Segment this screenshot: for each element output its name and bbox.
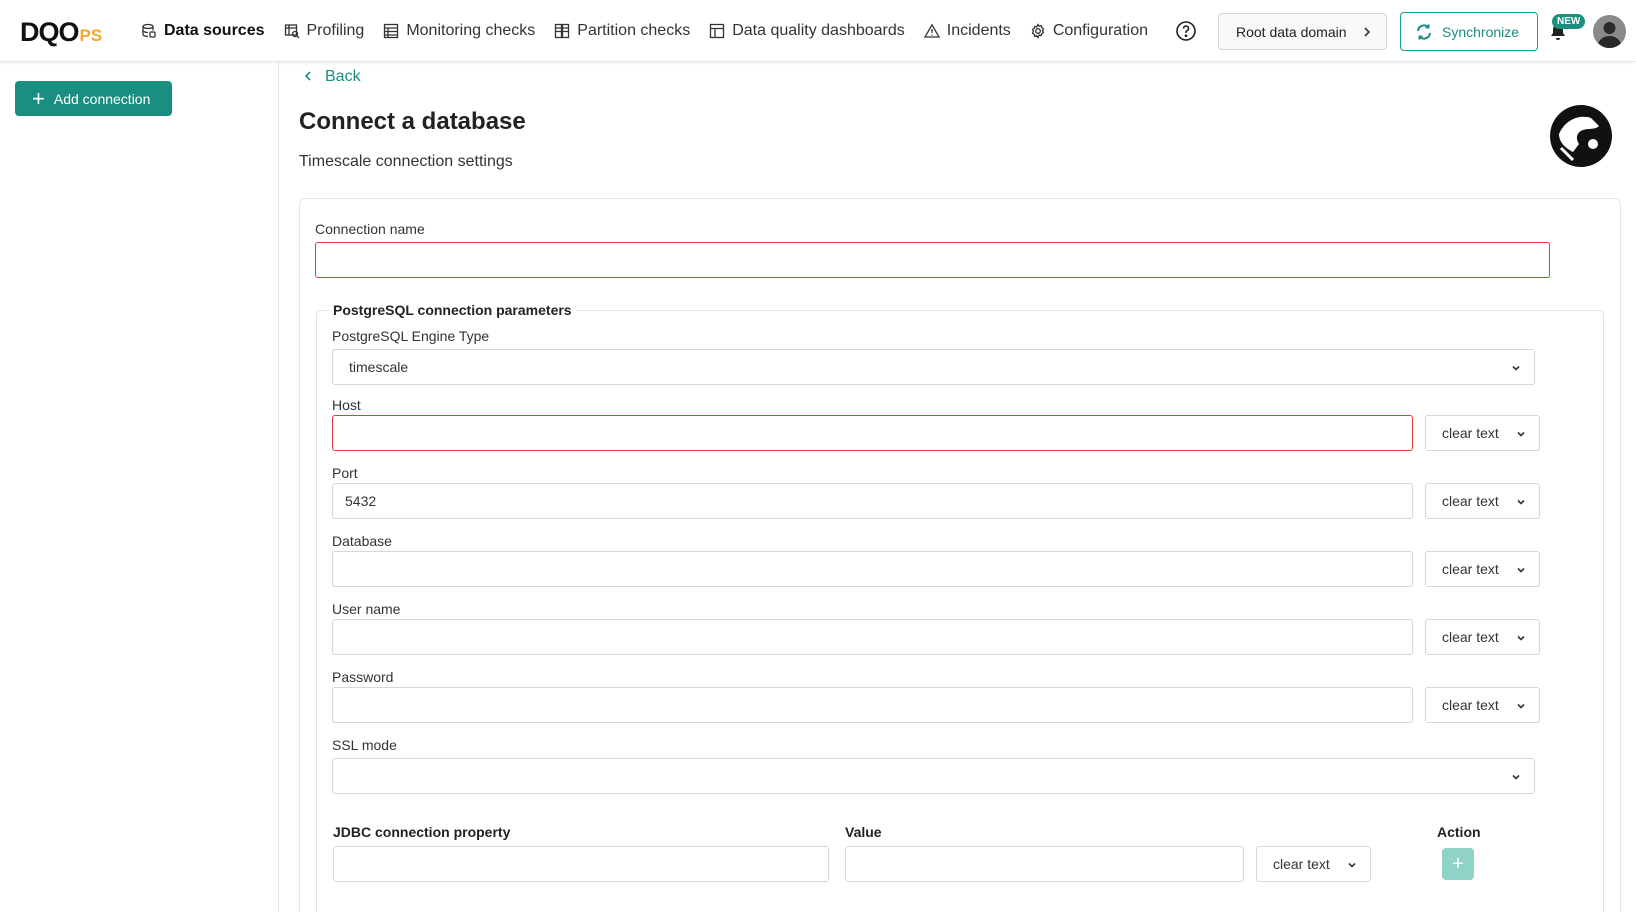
user-avatar[interactable]	[1593, 15, 1626, 48]
host-input[interactable]	[332, 415, 1413, 451]
postgresql-parameters-fieldset: PostgreSQL connection parameters Postgre…	[316, 302, 1604, 912]
nav-item-monitoring-checks[interactable]: Monitoring checks	[382, 0, 535, 62]
nav-item-partition-checks[interactable]: Partition checks	[553, 0, 690, 62]
chevron-down-icon	[1515, 699, 1527, 715]
postgresql-parameters-legend: PostgreSQL connection parameters	[329, 302, 576, 318]
nav-item-incidents[interactable]: Incidents	[923, 0, 1011, 62]
monitoring-checks-icon	[382, 22, 400, 40]
dqops-logo[interactable]: DQO PS	[20, 16, 102, 46]
password-mode-select[interactable]: clear text	[1425, 687, 1540, 723]
engine-type-select[interactable]: timescale	[332, 349, 1535, 385]
help-icon[interactable]	[1175, 20, 1197, 42]
database-input[interactable]	[332, 551, 1413, 587]
timescale-logo-icon	[1549, 104, 1613, 168]
nav-label-data-quality-dashboards: Data quality dashboards	[732, 22, 905, 39]
chevron-down-icon	[1510, 770, 1522, 786]
connection-name-input[interactable]	[315, 242, 1550, 278]
user-name-label: User name	[332, 601, 401, 617]
new-badge: NEW	[1552, 14, 1586, 29]
data-domain-label: Root data domain	[1236, 23, 1347, 40]
plus-icon: +	[1452, 852, 1464, 875]
nav-item-profiling[interactable]: Profiling	[283, 0, 365, 62]
password-label: Password	[332, 669, 394, 685]
database-icon	[140, 22, 158, 40]
page-subtitle: Timescale connection settings	[299, 153, 513, 170]
nav-label-monitoring-checks: Monitoring checks	[406, 22, 536, 39]
synchronize-label: Synchronize	[1442, 23, 1520, 40]
jdbc-value-mode-select[interactable]: clear text	[1256, 846, 1371, 882]
page-title: Connect a database	[299, 108, 526, 135]
chevron-down-icon	[1510, 361, 1522, 377]
user-name-mode-value: clear text	[1442, 629, 1499, 645]
sync-icon	[1417, 24, 1431, 39]
top-navigation-bar: DQO PS Data sources Profiling Monitoring…	[0, 0, 1636, 62]
nav-label-data-sources: Data sources	[164, 22, 265, 39]
database-mode-select[interactable]: clear text	[1425, 551, 1540, 587]
chevron-down-icon	[1515, 563, 1527, 579]
host-mode-value: clear text	[1442, 425, 1499, 441]
profiling-icon	[283, 22, 301, 40]
chevron-right-icon	[1362, 25, 1372, 42]
nav-label-configuration: Configuration	[1052, 22, 1148, 39]
jdbc-property-column-header: JDBC connection property	[333, 824, 511, 840]
ssl-mode-label: SSL mode	[332, 737, 397, 753]
jdbc-property-input[interactable]	[333, 846, 829, 882]
port-mode-select[interactable]: clear text	[1425, 483, 1540, 519]
connection-name-label: Connection name	[315, 221, 425, 237]
port-label: Port	[332, 465, 358, 481]
warning-icon	[923, 22, 941, 40]
nav-label-incidents: Incidents	[946, 22, 1011, 39]
main-content: Back Connect a database Timescale connec…	[279, 62, 1636, 912]
back-label: Back	[325, 68, 361, 85]
ssl-mode-select[interactable]	[332, 758, 1535, 794]
chevron-down-icon	[1515, 495, 1527, 511]
password-mode-value: clear text	[1442, 697, 1499, 713]
partition-checks-icon	[553, 22, 571, 40]
logo-suffix-text: PS	[79, 26, 103, 45]
database-mode-value: clear text	[1442, 561, 1499, 577]
plus-icon: +	[32, 85, 45, 111]
chevron-down-icon	[1515, 631, 1527, 647]
nav-label-profiling: Profiling	[306, 22, 365, 39]
gear-icon	[1029, 22, 1047, 40]
host-mode-select[interactable]: clear text	[1425, 415, 1540, 451]
data-domain-selector[interactable]: Root data domain	[1218, 13, 1387, 50]
sidebar: + Add connection	[0, 62, 279, 912]
chevron-down-icon	[1346, 858, 1358, 874]
jdbc-value-input[interactable]	[845, 846, 1244, 882]
host-label: Host	[332, 397, 361, 413]
chevron-down-icon	[1515, 427, 1527, 443]
chevron-left-icon	[303, 69, 313, 85]
password-input[interactable]	[332, 687, 1413, 723]
jdbc-action-column-header: Action	[1437, 824, 1481, 840]
database-label: Database	[332, 533, 392, 549]
synchronize-button[interactable]: Synchronize	[1400, 12, 1538, 51]
jdbc-value-column-header: Value	[845, 824, 882, 840]
engine-type-value: timescale	[349, 359, 409, 375]
connection-form-card: Connection name PostgreSQL connection pa…	[299, 198, 1621, 912]
nav-item-configuration[interactable]: Configuration	[1029, 0, 1148, 62]
add-jdbc-property-button[interactable]: +	[1442, 848, 1474, 880]
jdbc-value-mode-value: clear text	[1273, 856, 1330, 872]
main-nav: Data sources Profiling Monitoring checks…	[140, 0, 1166, 62]
port-input[interactable]: 5432	[332, 483, 1413, 519]
engine-type-label: PostgreSQL Engine Type	[332, 328, 490, 344]
port-mode-value: clear text	[1442, 493, 1499, 509]
nav-item-data-sources[interactable]: Data sources	[140, 0, 265, 62]
user-name-mode-select[interactable]: clear text	[1425, 619, 1540, 655]
logo-main-text: DQO	[20, 17, 80, 47]
add-connection-button[interactable]: + Add connection	[15, 81, 172, 116]
back-link[interactable]: Back	[303, 68, 361, 86]
nav-label-partition-checks: Partition checks	[577, 22, 691, 39]
add-connection-label: Add connection	[53, 90, 151, 107]
nav-item-data-quality-dashboards[interactable]: Data quality dashboards	[708, 0, 905, 62]
user-name-input[interactable]	[332, 619, 1413, 655]
dashboards-icon	[708, 22, 726, 40]
